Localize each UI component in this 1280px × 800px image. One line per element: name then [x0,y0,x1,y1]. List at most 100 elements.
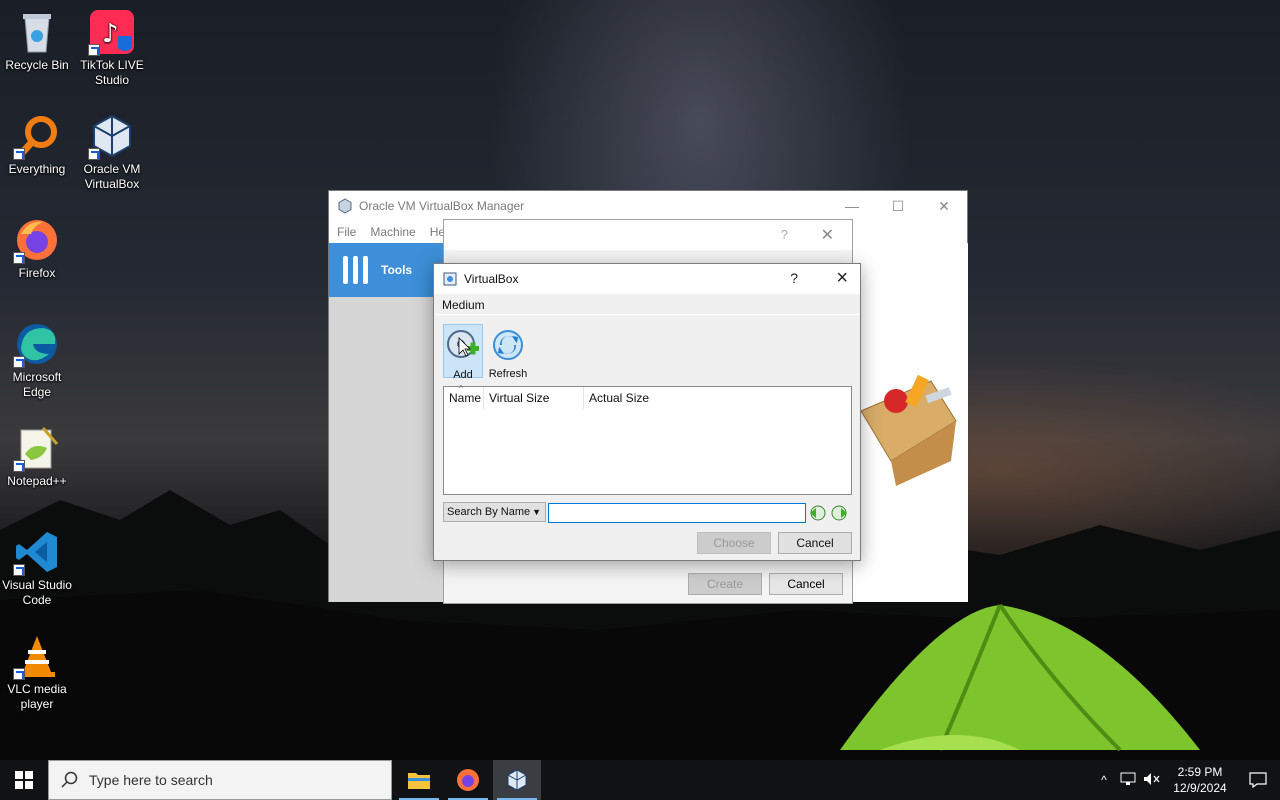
shortcut-arrow-icon [13,564,25,576]
manager-sidebar: Tools [329,243,444,602]
taskbar: Type here to search ^ 2:59 PM 12/9/2024 [0,760,1280,800]
taskbar-virtualbox[interactable] [493,760,541,800]
search-previous-icon[interactable] [808,504,826,522]
firefox-icon [13,216,61,264]
divider [434,314,860,315]
notifications-button[interactable] [1236,760,1280,800]
virtualbox-icon [507,769,527,791]
maximize-button[interactable]: ☐ [875,191,921,221]
notepadpp-icon [13,424,61,472]
create-disk-title-bar[interactable]: ? ✕ [444,220,852,250]
desktop-icon-microsoft-edge[interactable]: Microsoft Edge [0,320,74,400]
desktop-icon-recycle-bin[interactable]: Recycle Bin [0,8,74,73]
minimize-button[interactable]: — [829,191,875,221]
section-label: Medium [442,298,485,312]
notification-icon [1249,772,1267,788]
tools-icon [343,256,368,284]
search-icon [61,771,78,788]
desktop-icon-visual-studio-code[interactable]: Visual Studio Code [0,528,74,608]
clock-time: 2:59 PM [1177,765,1223,779]
cancel-button[interactable]: Cancel [778,532,852,554]
choose-button[interactable]: Choose [697,532,771,554]
refresh-button[interactable]: Refresh [486,324,530,380]
desktop-icon-label: Firefox [18,266,56,280]
close-icon[interactable]: ✕ [821,225,834,245]
refresh-button-label: Refresh [488,368,528,380]
tiktok-icon: ♪ [88,8,136,56]
search-placeholder: Type here to search [89,772,213,788]
edge-icon [13,320,61,368]
taskbar-file-explorer[interactable] [395,760,443,800]
svg-text:♪: ♪ [102,19,119,49]
dialog-title-bar[interactable]: VirtualBox ? × [434,264,860,294]
start-button[interactable] [0,760,48,800]
manager-title: Oracle VM VirtualBox Manager [359,199,525,213]
search-type-select[interactable]: Search By Name ▼ [443,502,546,522]
column-header-virtual-size[interactable]: Virtual Size [484,386,584,409]
medium-list[interactable]: ^ Name Virtual Size Actual Size [443,384,852,495]
search-next-icon[interactable] [831,504,849,522]
close-icon[interactable]: × [836,267,848,290]
desktop-icon-label: Microsoft Edge [12,370,62,399]
desktop-icon-label: Notepad++ [7,474,67,488]
desktop-icon-everything[interactable]: Everything [0,112,74,177]
sidebar-item-label: Tools [381,263,413,277]
medium-list-header: ^ Name Virtual Size Actual Size [444,384,851,409]
shortcut-arrow-icon [13,252,25,264]
firefox-icon [457,769,479,791]
search-input[interactable] [548,503,806,523]
refresh-icon [493,330,523,360]
recycle-bin-icon [13,8,61,56]
desktop-icon-label: Visual Studio Code [2,578,72,607]
folder-icon [408,773,430,789]
menu-file[interactable]: File [337,225,356,239]
tent-illustration [840,603,1200,752]
sort-ascending-icon: ^ [459,384,463,393]
desktop-icon-vlc[interactable]: VLC media player [0,632,74,712]
shortcut-arrow-icon [13,460,25,472]
column-header-name[interactable]: Name [444,386,484,409]
sidebar-item-tools[interactable]: Tools [329,243,444,297]
menu-machine[interactable]: Machine [370,225,415,239]
desktop-icon-label: VLC media player [7,682,67,711]
shortcut-arrow-icon [13,668,25,680]
vscode-icon [13,528,61,576]
desktop-icon-label: Recycle Bin [5,58,69,72]
shortcut-arrow-icon [88,44,100,56]
desktop-icon-firefox[interactable]: Firefox [0,216,74,281]
desktop-icon-label: Everything [8,162,66,176]
show-hidden-icons-button[interactable]: ^ [1092,773,1116,787]
shortcut-arrow-icon [88,148,100,160]
medium-icon [443,272,457,286]
toolbox-illustration-icon [860,374,957,486]
system-tray: ^ 2:59 PM 12/9/2024 [1092,760,1280,800]
help-icon[interactable]: ? [781,227,788,242]
virtualbox-icon [338,198,352,214]
create-button[interactable]: Create [688,573,762,595]
taskbar-search-box[interactable]: Type here to search [48,760,392,800]
shortcut-arrow-icon [13,356,25,368]
close-button[interactable]: ✕ [921,191,967,221]
medium-selector-dialog: VirtualBox ? × Medium Add Refresh ^ Name… [433,263,861,561]
desktop-icon-oracle-vm-virtualbox[interactable]: Oracle VM VirtualBox [75,112,149,192]
volume-muted-icon[interactable] [1140,772,1164,789]
clock[interactable]: 2:59 PM 12/9/2024 [1164,764,1236,796]
clock-date: 12/9/2024 [1173,781,1227,795]
add-button-label: Add [453,369,473,381]
windows-logo-icon [15,771,33,789]
desktop-icon-notepadpp[interactable]: Notepad++ [0,424,74,489]
taskbar-firefox[interactable] [444,760,492,800]
dropdown-arrow-icon: ▼ [532,507,541,517]
desktop-icon-label: Oracle VM VirtualBox [83,162,141,191]
help-icon[interactable]: ? [790,270,798,286]
desktop-icon-tiktok-live-studio[interactable]: ♪ TikTok LIVE Studio [75,8,149,88]
everything-search-icon [13,112,61,160]
cancel-button[interactable]: Cancel [769,573,843,595]
virtualbox-icon [88,112,136,160]
column-header-actual-size[interactable]: Actual Size [584,387,704,409]
search-type-value: Search By Name [447,506,531,518]
desktop-icon-label: TikTok LIVE Studio [80,58,144,87]
shortcut-arrow-icon [13,148,25,160]
network-icon[interactable] [1116,772,1140,789]
add-button[interactable]: Add [443,324,483,381]
